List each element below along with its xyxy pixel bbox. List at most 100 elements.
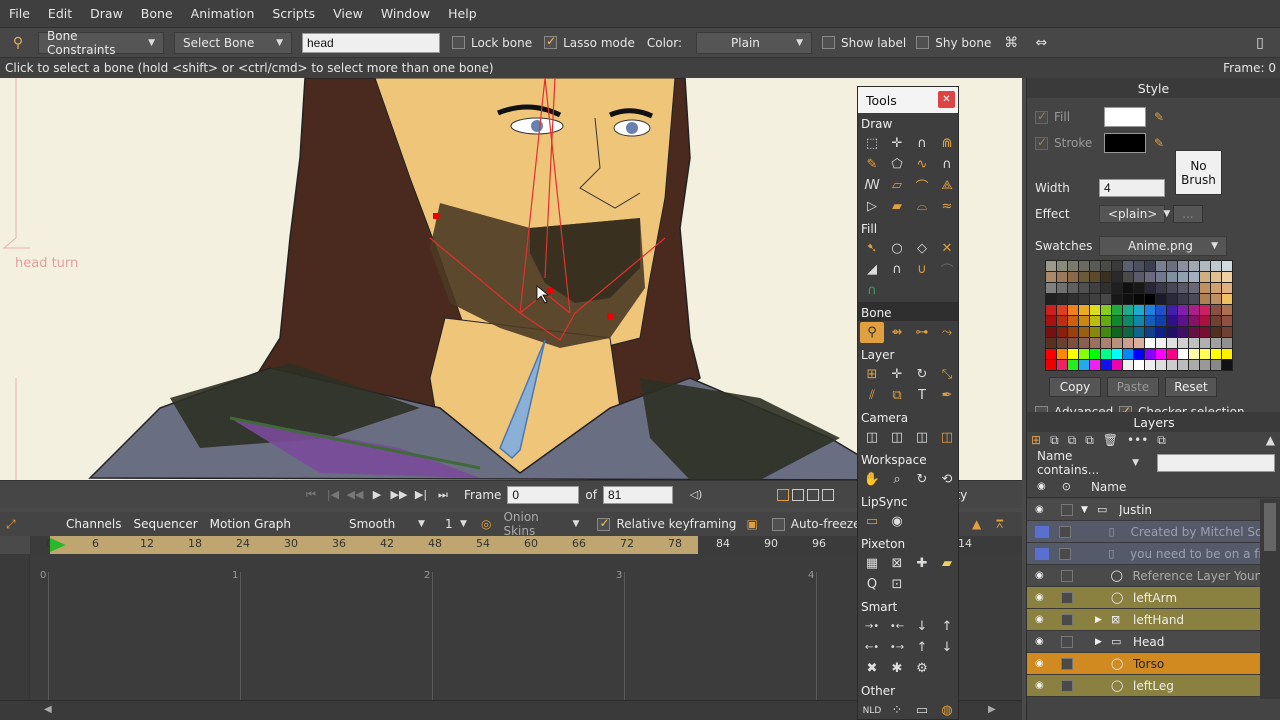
bend-icon[interactable]: ▰ (885, 196, 909, 217)
audio-icon[interactable]: ◁) (685, 485, 707, 505)
menu-view[interactable]: View (324, 6, 372, 21)
swatch-cell[interactable] (1145, 327, 1155, 337)
layer-row[interactable]: ◉ ▶ ⊠ leftHand (1027, 609, 1261, 631)
layers-scrollbar[interactable] (1260, 499, 1280, 699)
swatch-cell[interactable] (1123, 272, 1133, 282)
draw-shape-icon[interactable]: ⬠ (885, 154, 909, 175)
other-tool-3-icon[interactable]: ▭ (910, 700, 934, 719)
onion-skin-icon[interactable]: ◎ (481, 517, 491, 531)
swatch-cell[interactable] (1211, 294, 1221, 304)
swatch-cell[interactable] (1167, 338, 1177, 348)
swatch-cell[interactable] (1079, 261, 1089, 271)
swatch-cell[interactable] (1211, 338, 1221, 348)
swatch-cell[interactable] (1200, 294, 1210, 304)
swatch-cell[interactable] (1046, 272, 1056, 282)
quad-view-icon[interactable] (821, 488, 834, 501)
swatch-cell[interactable] (1101, 283, 1111, 293)
stroke-pencil-icon[interactable]: ✎ (1154, 136, 1164, 150)
swatch-cell[interactable] (1068, 305, 1078, 315)
swatch-palette[interactable] (1045, 260, 1233, 371)
camera-pan-icon[interactable]: ◫ (935, 427, 958, 448)
swatch-cell[interactable] (1068, 327, 1078, 337)
swatch-cell[interactable] (1090, 338, 1100, 348)
swatch-cell[interactable] (1145, 261, 1155, 271)
bone-strength-icon[interactable]: ⌘ (1001, 33, 1021, 53)
menu-window[interactable]: Window (372, 6, 439, 21)
smart-scatter-icon[interactable]: ✱ (885, 658, 909, 679)
swatch-cell[interactable] (1167, 294, 1177, 304)
hand-icon[interactable]: ✋ (860, 469, 884, 490)
effect-dropdown[interactable]: <plain> ▼ (1099, 205, 1170, 223)
duplicate-layer-icon[interactable]: ⧉ (1050, 433, 1059, 448)
swatch-cell[interactable] (1145, 349, 1155, 359)
orbit-icon[interactable]: ⟲ (935, 469, 958, 490)
zoom-icon[interactable]: ⌕ (885, 469, 909, 490)
swatch-cell[interactable] (1167, 360, 1177, 370)
swatch-cell[interactable] (1189, 360, 1199, 370)
swatch-cell[interactable] (1123, 261, 1133, 271)
swatch-cell[interactable] (1134, 338, 1144, 348)
swatch-cell[interactable] (1057, 283, 1067, 293)
paint-bucket-icon[interactable]: ◇ (910, 238, 934, 259)
expand-icon[interactable]: ▶ (1095, 637, 1107, 647)
menu-help[interactable]: Help (439, 6, 486, 21)
swatch-cell[interactable] (1178, 261, 1188, 271)
swatch-cell[interactable] (1134, 349, 1144, 359)
swatch-cell[interactable] (1057, 305, 1067, 315)
swatch-cell[interactable] (1090, 360, 1100, 370)
swatch-cell[interactable] (1079, 294, 1089, 304)
frame-input[interactable] (507, 485, 580, 504)
pixel-select-icon[interactable]: ⊠ (885, 553, 909, 574)
bone-name-input[interactable] (302, 32, 440, 53)
play-back-icon[interactable]: ◀◀ (344, 485, 366, 505)
eraser-icon[interactable]: ▱ (885, 175, 909, 196)
transform-bone-icon[interactable]: ⇴ (885, 322, 909, 343)
key-icon[interactable]: ▣ (746, 517, 757, 531)
swatch-cell[interactable] (1156, 305, 1166, 315)
swatch-cell[interactable] (1079, 316, 1089, 326)
camera-roll-icon[interactable]: ◫ (910, 427, 934, 448)
swatch-cell[interactable] (1200, 305, 1210, 315)
rotate-workspace-icon[interactable]: ↻ (910, 469, 934, 490)
swatch-cell[interactable] (1090, 272, 1100, 282)
swatch-cell[interactable] (1112, 349, 1122, 359)
swatch-cell[interactable] (1068, 316, 1078, 326)
swatch-cell[interactable] (1101, 305, 1111, 315)
swatch-cell[interactable] (1156, 360, 1166, 370)
swatch-cell[interactable] (1145, 316, 1155, 326)
pixel-q-icon[interactable]: Q (860, 574, 884, 595)
layer-lock-box[interactable] (1061, 613, 1073, 626)
scatter-brush-icon[interactable]: ꟿ (860, 175, 884, 196)
swatch-cell[interactable] (1068, 349, 1078, 359)
pixel-scatter-icon[interactable]: ⊡ (885, 574, 909, 595)
fast-forward-icon[interactable]: ▶▶ (388, 485, 410, 505)
swatch-cell[interactable] (1178, 305, 1188, 315)
swatch-cell[interactable] (1057, 294, 1067, 304)
stroke-checkbox[interactable] (1035, 135, 1048, 150)
swatch-cell[interactable] (1134, 261, 1144, 271)
select-bone-dropdown[interactable]: Select Bone ▼ (174, 31, 292, 54)
swatch-cell[interactable] (1046, 316, 1056, 326)
bone-flip-icon[interactable]: ⇔ (1031, 33, 1051, 53)
swatch-cell[interactable] (1167, 327, 1177, 337)
swatch-cell[interactable] (1178, 360, 1188, 370)
swatch-cell[interactable] (1046, 338, 1056, 348)
smart-arrow-right-icon[interactable]: →• (860, 616, 884, 637)
swatch-cell[interactable] (1211, 360, 1221, 370)
color-points-icon[interactable]: ∩ (860, 280, 884, 301)
layer-row[interactable]: ◉ ▼ ▭ Justin (1027, 499, 1261, 521)
swatch-cell[interactable] (1046, 294, 1056, 304)
swatch-cell[interactable] (1112, 272, 1122, 282)
swatch-cell[interactable] (1123, 338, 1133, 348)
swatch-cell[interactable] (1112, 338, 1122, 348)
swatch-cell[interactable] (1200, 338, 1210, 348)
swatch-cell[interactable] (1189, 327, 1199, 337)
swatch-cell[interactable] (1156, 327, 1166, 337)
swatch-cell[interactable] (1046, 349, 1056, 359)
swatch-cell[interactable] (1057, 261, 1067, 271)
layer-lock-box[interactable] (1061, 679, 1073, 692)
swatch-cell[interactable] (1189, 261, 1199, 271)
layer-lock-box[interactable] (1060, 569, 1073, 582)
copy-button[interactable]: Copy (1049, 377, 1101, 397)
swatch-cell[interactable] (1079, 338, 1089, 348)
